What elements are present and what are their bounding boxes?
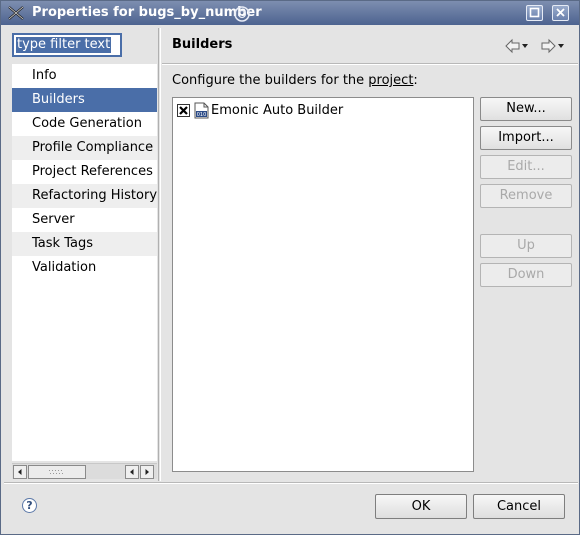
history-navigation bbox=[502, 36, 572, 56]
back-arrow-icon[interactable] bbox=[504, 38, 530, 54]
filter-input[interactable]: type filter text bbox=[12, 33, 122, 57]
remove-builder-button[interactable]: Remove bbox=[480, 184, 572, 208]
nav-item-server[interactable]: Server bbox=[12, 208, 157, 232]
move-up-button[interactable]: Up bbox=[480, 234, 572, 258]
page-description: Configure the builders for the project: bbox=[172, 73, 418, 88]
pane-splitter[interactable] bbox=[158, 28, 161, 481]
move-down-button[interactable]: Down bbox=[480, 263, 572, 287]
grip-icon bbox=[49, 470, 63, 474]
swirl-icon bbox=[234, 6, 250, 22]
new-builder-button[interactable]: New... bbox=[480, 97, 572, 121]
nav-item-project-references[interactable]: Project References bbox=[12, 160, 157, 184]
window-title: Properties for bugs_by_number bbox=[32, 5, 262, 20]
nav-item-profile-compliance[interactable]: Profile Compliance and Validation bbox=[12, 136, 157, 160]
maximize-button[interactable] bbox=[526, 5, 543, 21]
arrow-right-icon bbox=[145, 469, 149, 475]
description-link: project bbox=[368, 73, 414, 88]
svg-text:010: 010 bbox=[197, 112, 207, 118]
builder-label: Emonic Auto Builder bbox=[211, 103, 344, 118]
nav-item-builders[interactable]: Builders bbox=[12, 88, 157, 112]
horizontal-scrollbar[interactable] bbox=[12, 463, 157, 479]
scroll-thumb[interactable] bbox=[28, 465, 86, 479]
header-separator bbox=[162, 63, 578, 65]
arrow-left-icon bbox=[130, 469, 134, 475]
property-page-tree: Info Builders Code Generation Profile Co… bbox=[12, 64, 157, 461]
title-bar[interactable]: Properties for bugs_by_number bbox=[1, 1, 579, 25]
help-button[interactable]: ? bbox=[14, 492, 44, 518]
eclipse-icon bbox=[8, 6, 24, 20]
description-prefix: Configure the builders for the bbox=[172, 73, 369, 88]
scroll-right-button[interactable] bbox=[140, 465, 154, 479]
close-button[interactable] bbox=[552, 5, 569, 21]
ok-button[interactable]: OK bbox=[375, 494, 467, 519]
right-pane: Builders Configure the builders for the … bbox=[162, 28, 578, 481]
nav-item-info[interactable]: Info bbox=[12, 64, 157, 88]
nav-item-validation[interactable]: Validation bbox=[12, 256, 157, 280]
binary-builder-icon: 010 bbox=[194, 102, 209, 119]
scroll-left-button[interactable] bbox=[13, 465, 27, 479]
page-title: Builders bbox=[172, 37, 233, 52]
builder-enabled-checkbox[interactable] bbox=[177, 104, 190, 117]
help-icon: ? bbox=[22, 498, 37, 513]
nav-item-refactoring-history[interactable]: Refactoring History bbox=[12, 184, 157, 208]
maximize-icon bbox=[529, 7, 540, 18]
cancel-button[interactable]: Cancel bbox=[473, 494, 565, 519]
close-icon bbox=[556, 8, 565, 17]
filter-input-text: type filter text bbox=[16, 37, 112, 53]
import-builder-button[interactable]: Import... bbox=[480, 126, 572, 150]
left-pane: type filter text Info Builders Code Gene… bbox=[4, 28, 157, 481]
nav-item-code-generation[interactable]: Code Generation bbox=[12, 112, 157, 136]
arrow-left-icon bbox=[18, 469, 22, 475]
properties-dialog: Properties for bugs_by_number type filte… bbox=[0, 0, 580, 535]
description-suffix: : bbox=[413, 73, 418, 88]
edit-builder-button[interactable]: Edit... bbox=[480, 155, 572, 179]
footer-separator bbox=[4, 482, 578, 484]
check-x-icon bbox=[179, 106, 188, 115]
scroll-left-button-2[interactable] bbox=[125, 465, 139, 479]
builders-list[interactable]: 010 Emonic Auto Builder bbox=[172, 97, 474, 472]
nav-item-task-tags[interactable]: Task Tags bbox=[12, 232, 157, 256]
forward-arrow-icon[interactable] bbox=[540, 38, 566, 54]
